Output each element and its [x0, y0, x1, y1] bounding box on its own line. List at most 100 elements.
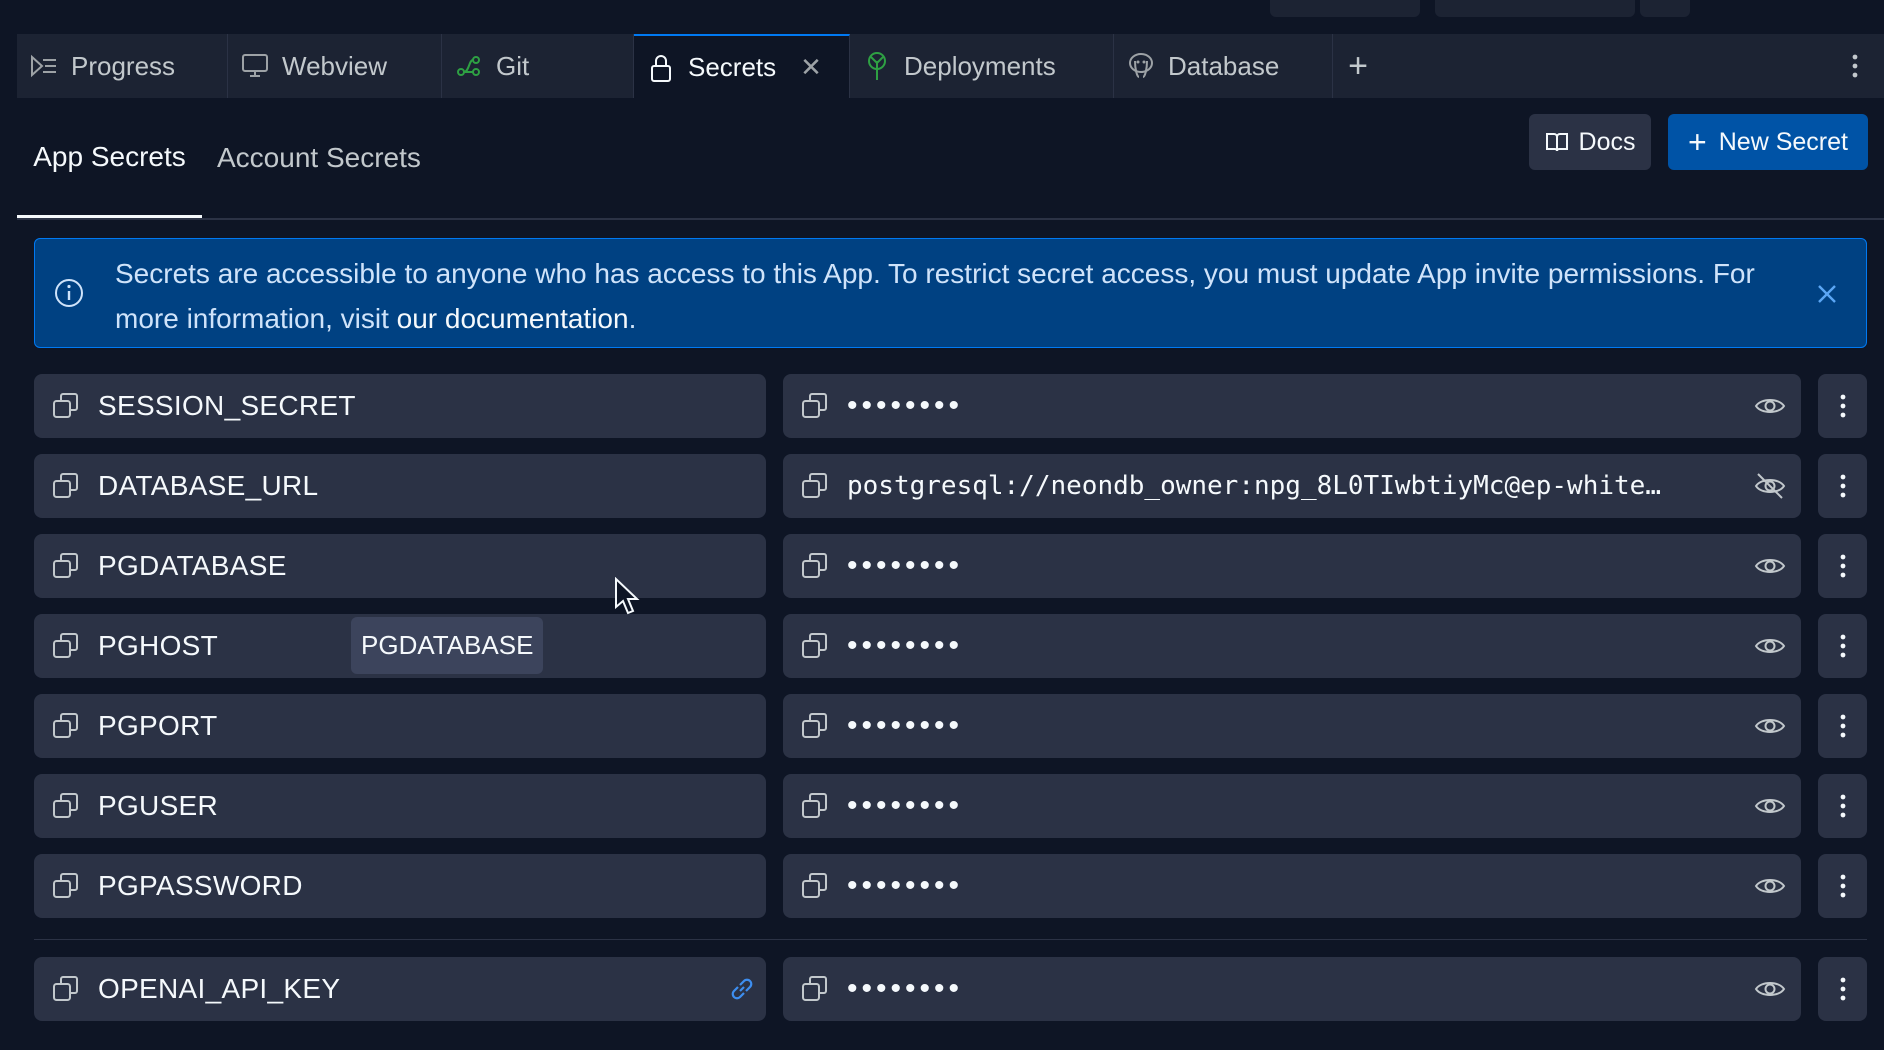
- tab-database[interactable]: Database: [1114, 34, 1333, 98]
- copy-icon[interactable]: [50, 390, 82, 422]
- secret-key-text: PGDATABASE: [98, 550, 287, 581]
- secret-key-text: PGUSER: [98, 790, 219, 821]
- add-tab-button[interactable]: +: [1333, 34, 1383, 98]
- secret-value-field[interactable]: ••••••••: [783, 774, 1801, 838]
- secret-menu-button[interactable]: [1818, 774, 1867, 838]
- secrets-header: App Secrets Account Secrets Docs + New S…: [17, 98, 1884, 220]
- close-icon[interactable]: [1812, 279, 1842, 309]
- copy-icon[interactable]: [799, 630, 831, 662]
- tab-secrets[interactable]: Secrets ✕: [634, 34, 850, 99]
- git-icon: [454, 51, 484, 81]
- secret-key-field[interactable]: PGPASSWORD: [34, 854, 766, 918]
- tab-bar-menu-button[interactable]: [1840, 34, 1870, 98]
- mouse-cursor-icon: [615, 577, 640, 615]
- copy-icon[interactable]: [50, 470, 82, 502]
- copy-icon[interactable]: [799, 390, 831, 422]
- secret-menu-button[interactable]: [1818, 854, 1867, 918]
- copy-icon[interactable]: [50, 710, 82, 742]
- tab-bar: Progress Webview Git Secrets ✕ Deploym: [17, 34, 1884, 99]
- eye-off-icon[interactable]: [1753, 470, 1787, 502]
- secret-menu-button[interactable]: [1818, 614, 1867, 678]
- eye-icon[interactable]: [1753, 790, 1787, 822]
- banner-message: Secrets are accessible to anyone who has…: [115, 258, 1755, 334]
- left-gutter: [0, 34, 17, 1050]
- tab-git[interactable]: Git: [442, 34, 634, 98]
- secret-key-field[interactable]: SESSION_SECRET: [34, 374, 766, 438]
- top-strip-control: [1435, 0, 1635, 17]
- secret-row: PGDATABASE ••••••••: [34, 534, 1867, 598]
- tab-label: Webview: [282, 50, 388, 81]
- tab-progress[interactable]: Progress: [17, 34, 228, 98]
- eye-icon[interactable]: [1753, 870, 1787, 902]
- secret-value-text: ••••••••: [847, 869, 964, 902]
- secret-key-text: SESSION_SECRET: [98, 390, 356, 421]
- close-tab-icon[interactable]: ✕: [800, 52, 822, 83]
- secret-key-text: PGPASSWORD: [98, 870, 303, 901]
- secret-value-field[interactable]: ••••••••: [783, 374, 1801, 438]
- tab-app-secrets[interactable]: App Secrets: [17, 98, 202, 218]
- secret-menu-button[interactable]: [1818, 694, 1867, 758]
- book-icon: [1545, 133, 1568, 152]
- secret-key-field[interactable]: DATABASE_URL: [34, 454, 766, 518]
- secret-value-field[interactable]: ••••••••: [783, 614, 1801, 678]
- secret-menu-button[interactable]: [1818, 374, 1867, 438]
- copy-icon[interactable]: [50, 630, 82, 662]
- secret-value-field[interactable]: ••••••••: [783, 854, 1801, 918]
- tab-account-secrets[interactable]: Account Secrets: [217, 98, 421, 218]
- more-vertical-icon: [1840, 874, 1845, 898]
- eye-icon[interactable]: [1753, 390, 1787, 422]
- copy-icon[interactable]: [799, 790, 831, 822]
- copy-icon[interactable]: [799, 550, 831, 582]
- monitor-icon: [240, 51, 270, 81]
- copy-icon[interactable]: [50, 870, 82, 902]
- copy-icon[interactable]: [799, 710, 831, 742]
- copy-icon[interactable]: [799, 870, 831, 902]
- new-secret-button[interactable]: + New Secret: [1668, 114, 1868, 170]
- database-icon: [1126, 51, 1156, 81]
- copy-icon[interactable]: [50, 973, 82, 1005]
- more-vertical-icon: [1840, 394, 1845, 418]
- secret-key-field[interactable]: PGPORT: [34, 694, 766, 758]
- tab-webview[interactable]: Webview: [228, 34, 442, 98]
- progress-icon: [29, 51, 59, 81]
- eye-icon[interactable]: [1753, 630, 1787, 662]
- secret-row: PGHOST ••••••••: [34, 614, 1867, 678]
- secret-key-field[interactable]: OPENAI_API_KEY: [34, 957, 766, 1021]
- secret-menu-button[interactable]: [1818, 454, 1867, 518]
- top-strip: [0, 0, 1884, 34]
- docs-button[interactable]: Docs: [1529, 114, 1651, 170]
- secret-value-field[interactable]: postgresql://neondb_owner:npg_8L0TIwbtiy…: [783, 454, 1801, 518]
- secret-value-text: ••••••••: [847, 629, 964, 662]
- documentation-link[interactable]: our documentation: [397, 303, 629, 334]
- copy-icon[interactable]: [799, 973, 831, 1005]
- link-icon[interactable]: [726, 973, 758, 1005]
- plus-icon: +: [1688, 123, 1707, 160]
- tab-account-secrets-label: Account Secrets: [217, 142, 421, 173]
- secret-value-text: ••••••••: [847, 709, 964, 742]
- eye-icon[interactable]: [1753, 550, 1787, 582]
- secret-value-field[interactable]: ••••••••: [783, 694, 1801, 758]
- secret-key-field[interactable]: PGUSER: [34, 774, 766, 838]
- eye-icon[interactable]: [1753, 973, 1787, 1005]
- copy-icon[interactable]: [799, 470, 831, 502]
- more-vertical-icon: [1840, 977, 1845, 1001]
- secret-value-text: ••••••••: [847, 972, 964, 1005]
- secret-value-field[interactable]: ••••••••: [783, 534, 1801, 598]
- new-secret-button-label: New Secret: [1718, 127, 1848, 156]
- secret-key-text: DATABASE_URL: [98, 470, 319, 501]
- banner-suffix: .: [628, 303, 637, 334]
- secret-value-text: ••••••••: [847, 549, 964, 582]
- secret-value-field[interactable]: ••••••••: [783, 957, 1801, 1021]
- secret-value-text: ••••••••: [847, 389, 964, 422]
- secret-value-text: postgresql://neondb_owner:npg_8L0TIwbtiy…: [847, 471, 1661, 501]
- secret-menu-button[interactable]: [1818, 957, 1867, 1021]
- secret-key-field[interactable]: PGDATABASE: [34, 534, 766, 598]
- copy-icon[interactable]: [50, 790, 82, 822]
- copy-icon[interactable]: [50, 550, 82, 582]
- secret-row: SESSION_SECRET ••••••••: [34, 374, 1867, 438]
- docs-button-label: Docs: [1578, 127, 1636, 156]
- secret-menu-button[interactable]: [1818, 534, 1867, 598]
- tab-deployments[interactable]: Deployments: [850, 34, 1114, 98]
- more-vertical-icon: [1840, 474, 1845, 498]
- eye-icon[interactable]: [1753, 710, 1787, 742]
